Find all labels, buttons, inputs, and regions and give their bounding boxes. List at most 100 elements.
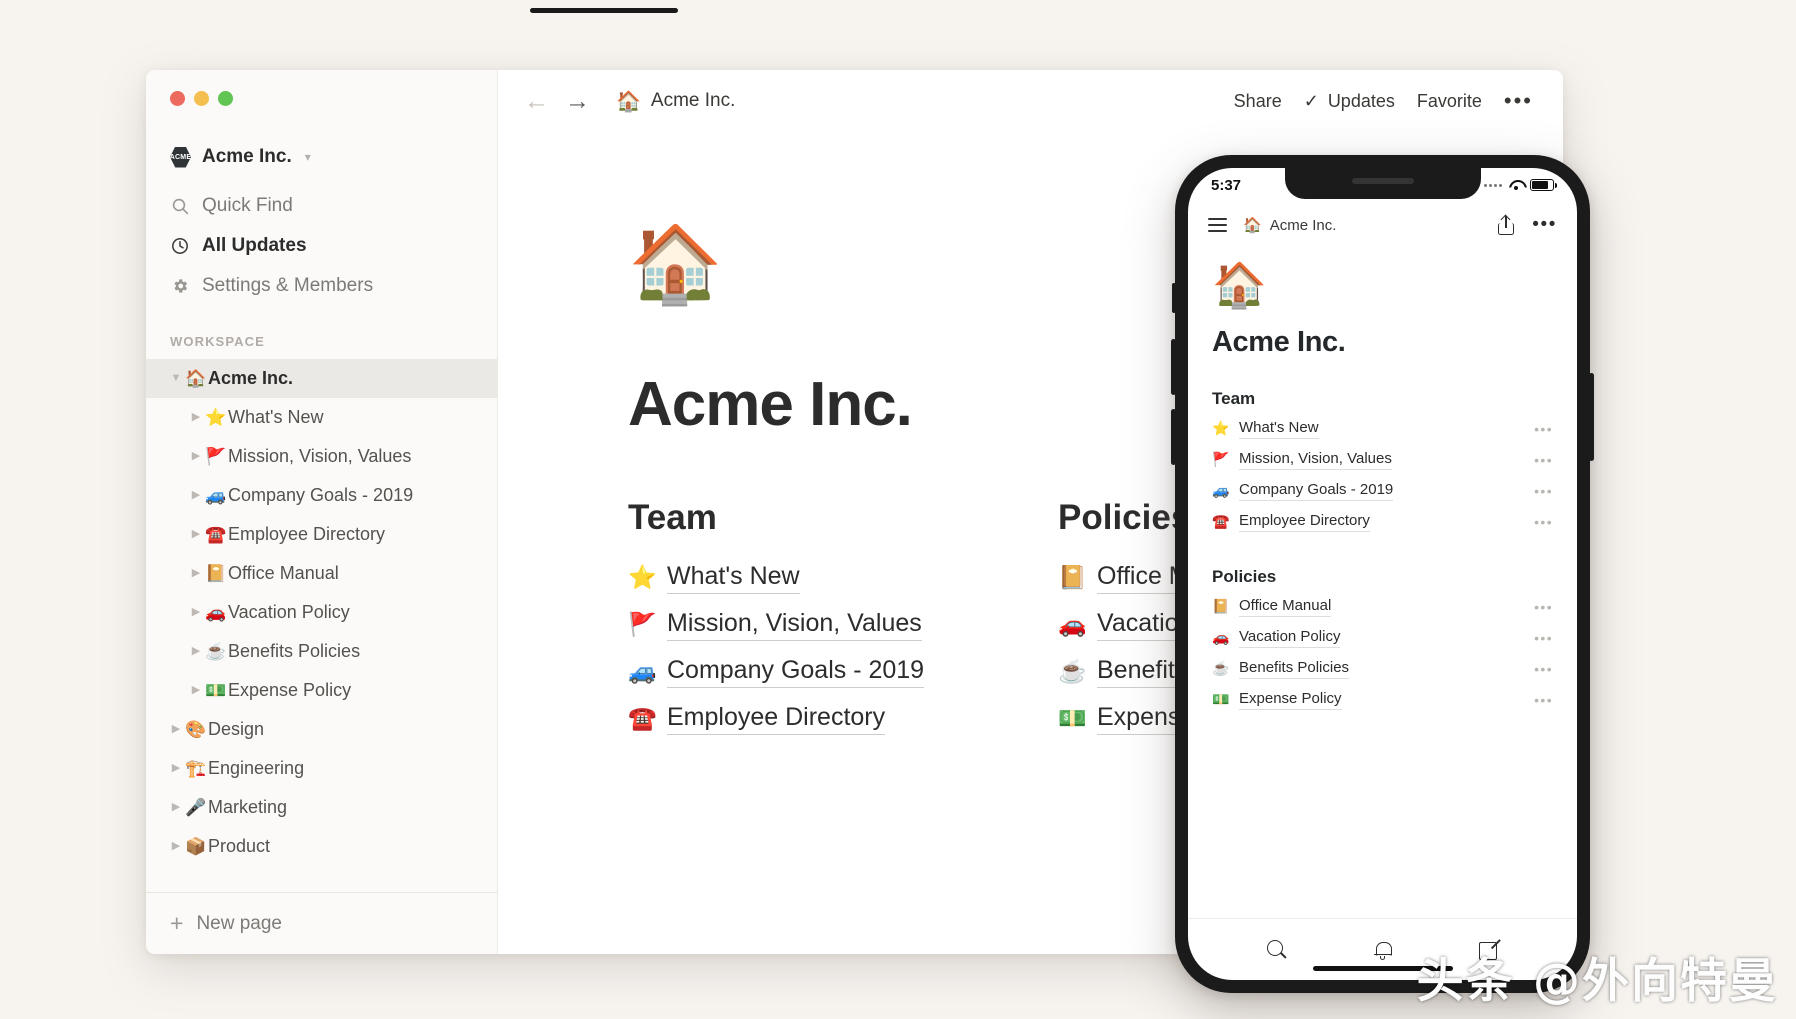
row-more-icon[interactable]: ••• [1534, 661, 1553, 676]
breadcrumb[interactable]: 🏠 Acme Inc. [616, 89, 735, 114]
page-link-label: Mission, Vision, Values [667, 609, 922, 641]
updates-button[interactable]: ✓ Updates [1304, 91, 1395, 112]
phone-power-button[interactable] [1589, 373, 1594, 461]
page-link-mission-vision-values[interactable]: 🚩 Mission, Vision, Values [628, 601, 928, 648]
page-emoji-icon: 🏗️ [185, 758, 207, 778]
list-item-mission-vision-values[interactable]: 🚩 Mission, Vision, Values ••• [1212, 444, 1553, 475]
list-item-label: Benefits Policies [1239, 659, 1350, 679]
page-link-whats-new[interactable]: ⭐ What's New [628, 554, 928, 601]
sidebar-item-label: All Updates [202, 235, 307, 256]
row-more-icon[interactable]: ••• [1534, 421, 1553, 436]
tree-row-office-manual[interactable]: ▶ 📔 Office Manual [146, 554, 497, 593]
share-button[interactable]: Share [1234, 91, 1282, 112]
share-icon[interactable] [1498, 214, 1515, 235]
page-title[interactable]: Acme Inc. [1212, 326, 1553, 359]
battery-icon [1530, 179, 1557, 191]
page-link-employee-directory[interactable]: ☎️ Employee Directory [628, 695, 928, 742]
list-item-expense-policy[interactable]: 💵 Expense Policy ••• [1212, 684, 1553, 715]
phone-mute-switch[interactable] [1172, 283, 1176, 313]
chevron-right-icon[interactable]: ▶ [188, 607, 204, 618]
page-cover-emoji-icon[interactable]: 🏠 [1212, 261, 1553, 310]
phone-volume-up-button[interactable] [1171, 339, 1176, 395]
page-emoji-icon: 🚗 [205, 602, 227, 622]
section-heading-policies: Policies [1212, 567, 1277, 587]
page-emoji-icon: 💵 [1058, 705, 1087, 731]
list-item-employee-directory[interactable]: ☎️ Employee Directory ••• [1212, 506, 1553, 537]
list-item-label: Office Manual [1239, 597, 1332, 617]
row-more-icon[interactable]: ••• [1534, 514, 1553, 529]
page-emoji-icon: 🏠 [185, 368, 207, 388]
row-more-icon[interactable]: ••• [1534, 692, 1553, 707]
page-emoji-icon: 🚗 [1058, 611, 1087, 637]
workspace-switcher[interactable]: ACME Acme Inc. ▾ [146, 138, 497, 176]
tree-row-whats-new[interactable]: ▶ ⭐ What's New [146, 398, 497, 437]
sidebar-item-settings-members[interactable]: Settings & Members [146, 266, 497, 306]
list-item-vacation-policy[interactable]: 🚗 Vacation Policy ••• [1212, 622, 1553, 653]
tree-row-product[interactable]: ▶ 📦 Product [146, 827, 497, 866]
sidebar-item-quick-find[interactable]: Quick Find [146, 186, 497, 226]
sidebar-item-all-updates[interactable]: All Updates [146, 226, 497, 266]
favorite-button[interactable]: Favorite [1417, 91, 1482, 112]
minimize-button[interactable] [194, 91, 209, 106]
tree-row-label: Design [208, 719, 265, 739]
tree-row-marketing[interactable]: ▶ 🎤 Marketing [146, 788, 497, 827]
page-emoji-icon: ☎️ [205, 524, 227, 544]
more-options-icon[interactable]: ••• [1504, 90, 1533, 112]
list-item-label: Mission, Vision, Values [1239, 450, 1392, 470]
chevron-right-icon[interactable]: ▶ [168, 841, 184, 852]
breadcrumb-label: Acme Inc. [1269, 216, 1337, 234]
list-item-whats-new[interactable]: ⭐ What's New ••• [1212, 413, 1553, 444]
tree-row-benefits-policies[interactable]: ▶ ☕ Benefits Policies [146, 632, 497, 671]
tree-row-employee-directory[interactable]: ▶ ☎️ Employee Directory [146, 515, 497, 554]
breadcrumb-emoji-icon: 🏠 [616, 90, 641, 113]
chevron-right-icon[interactable]: ▶ [188, 568, 204, 579]
maximize-button[interactable] [218, 91, 233, 106]
row-more-icon[interactable]: ••• [1534, 630, 1553, 645]
chevron-down-icon[interactable]: ▼ [168, 373, 184, 384]
tree-row-label: Mission, Vision, Values [228, 446, 412, 466]
tree-row-expense-policy[interactable]: ▶ 💵 Expense Policy [146, 671, 497, 710]
tree-row-acme-inc[interactable]: ▼ 🏠 Acme Inc. [146, 359, 497, 398]
tab-compose[interactable] [1435, 940, 1541, 960]
tab-notifications[interactable] [1330, 940, 1436, 960]
new-page-button[interactable]: + New page [146, 892, 497, 954]
page-link-company-goals-2019[interactable]: 🚙 Company Goals - 2019 [628, 648, 928, 695]
tree-row-mission-vision-values[interactable]: ▶ 🚩 Mission, Vision, Values [146, 437, 497, 476]
tab-search[interactable] [1224, 940, 1330, 959]
chevron-right-icon[interactable]: ▶ [188, 412, 204, 423]
tree-row-company-goals-2019[interactable]: ▶ 🚙 Company Goals - 2019 [146, 476, 497, 515]
chevron-right-icon[interactable]: ▶ [188, 529, 204, 540]
screenshot-stage: ACME Acme Inc. ▾ Quick Find All Updates [0, 0, 1796, 1019]
list-item-office-manual[interactable]: 📔 Office Manual ••• [1212, 591, 1553, 622]
chevron-right-icon[interactable]: ▶ [168, 724, 184, 735]
top-decorative-bar [530, 8, 678, 13]
chevron-right-icon[interactable]: ▶ [168, 802, 184, 813]
plus-icon: + [170, 910, 184, 936]
phone-home-indicator[interactable] [1312, 966, 1453, 971]
chevron-right-icon[interactable]: ▶ [188, 490, 204, 501]
page-link-label: Company Goals - 2019 [667, 656, 925, 688]
page-emoji-icon: ☕ [1212, 660, 1230, 677]
signal-dots-icon [1484, 183, 1502, 187]
close-button[interactable] [170, 91, 185, 106]
hamburger-icon[interactable] [1208, 218, 1227, 232]
phone-volume-down-button[interactable] [1171, 409, 1176, 465]
list-item-company-goals-2019[interactable]: 🚙 Company Goals - 2019 ••• [1212, 475, 1553, 506]
tree-row-engineering[interactable]: ▶ 🏗️ Engineering [146, 749, 497, 788]
chevron-right-icon[interactable]: ▶ [188, 451, 204, 462]
row-more-icon[interactable]: ••• [1534, 599, 1553, 614]
phone-breadcrumb[interactable]: 🏠 Acme Inc. [1243, 216, 1337, 235]
tree-row-vacation-policy[interactable]: ▶ 🚗 Vacation Policy [146, 593, 497, 632]
back-arrow-icon[interactable]: ← [524, 88, 549, 114]
sidebar-item-label: Quick Find [202, 195, 293, 216]
row-more-icon[interactable]: ••• [1534, 483, 1553, 498]
chevron-right-icon[interactable]: ▶ [188, 685, 204, 696]
tree-row-label: Employee Directory [228, 524, 386, 544]
forward-arrow-icon[interactable]: → [565, 88, 590, 114]
tree-row-design[interactable]: ▶ 🎨 Design [146, 710, 497, 749]
more-options-icon[interactable]: ••• [1532, 215, 1557, 235]
row-more-icon[interactable]: ••• [1534, 452, 1553, 467]
chevron-right-icon[interactable]: ▶ [188, 646, 204, 657]
list-item-benefits-policies[interactable]: ☕ Benefits Policies ••• [1212, 653, 1553, 684]
chevron-right-icon[interactable]: ▶ [168, 763, 184, 774]
